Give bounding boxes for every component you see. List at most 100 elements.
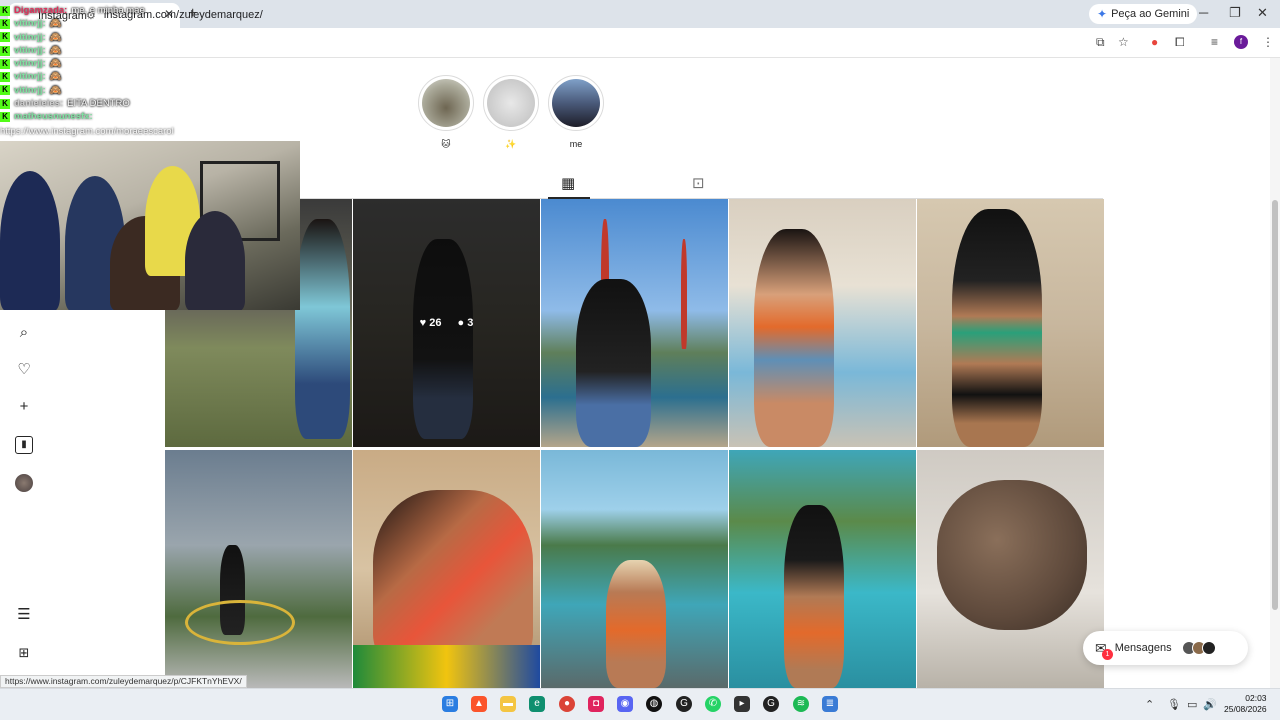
highlight[interactable]: me	[548, 75, 604, 149]
bicycle	[185, 600, 295, 645]
whatsapp-icon[interactable]: ✆	[705, 696, 721, 712]
chrome-icon[interactable]: ●	[559, 696, 575, 712]
highlight-label: ✨	[505, 139, 517, 149]
minimize-icon[interactable]: ─	[1199, 5, 1208, 20]
file-explorer-icon[interactable]: ▬	[500, 696, 516, 712]
posts-grid-tab-icon[interactable]: ▦	[561, 174, 575, 192]
windows-taskbar	[0, 688, 1280, 720]
kick-icon: K	[0, 32, 10, 43]
post-thumbnail[interactable]	[353, 450, 540, 688]
tagged-tab-icon[interactable]: ⊡	[692, 174, 705, 192]
chat-text: EITA DENTRO	[67, 98, 130, 110]
status-bar-url: https://www.instagram.com/zuleydemarquez…	[0, 675, 247, 688]
post-subject	[373, 490, 533, 670]
terminal-icon[interactable]: ▸	[734, 696, 750, 712]
post-thumbnail[interactable]	[165, 450, 352, 688]
likes-count: 26	[429, 317, 442, 329]
browser-menu-icon[interactable]: ⋮	[1262, 35, 1274, 49]
chat-text: 🙈	[49, 58, 62, 70]
tray-chevron-icon[interactable]: ⌃	[1145, 698, 1154, 711]
app-icon[interactable]: ◘	[588, 696, 604, 712]
likes-stat: ♥ 26	[419, 317, 442, 329]
chat-message: Kvitinrjj: 🙈	[0, 44, 200, 57]
url-field[interactable]: ⚙ instagram.com/zuleydemarquez/	[78, 4, 1138, 26]
stream-chat: K Digamzada: me, e minha mae Kvitinrjj: 🙈…	[0, 4, 200, 138]
install-app-icon[interactable]: ⧉	[1096, 35, 1105, 50]
chat-username: vitinrjj:	[14, 18, 46, 30]
kick-icon: K	[0, 85, 10, 96]
post-thumbnail[interactable]	[541, 199, 728, 447]
highlight-cover	[487, 79, 535, 127]
chat-text: 🙈	[49, 18, 62, 30]
clock-date: 25/08/2026	[1224, 704, 1267, 714]
post-thumbnail[interactable]	[729, 199, 916, 447]
post-thumbnail[interactable]	[917, 199, 1104, 447]
start-icon[interactable]: ⊞	[442, 696, 458, 712]
insights-icon[interactable]: ▮	[15, 436, 33, 454]
post-thumbnail[interactable]: ♥ 26 ● 3	[353, 199, 540, 447]
avatar[interactable]	[15, 474, 33, 492]
avatar	[1201, 641, 1216, 655]
profile-avatar[interactable]: f	[1234, 35, 1248, 49]
heart-icon[interactable]: ♡	[15, 361, 33, 379]
plus-icon[interactable]: +	[15, 398, 33, 416]
webcam-person	[185, 211, 245, 310]
more-apps-icon[interactable]: ⊞	[15, 644, 33, 662]
chat-message: Kmatheusnunesfx:	[0, 110, 200, 123]
notepad-icon[interactable]: ≣	[822, 696, 838, 712]
obs-icon[interactable]: ◍	[646, 696, 662, 712]
chat-text: 🙈	[49, 84, 62, 96]
messages-badge: 1	[1102, 649, 1113, 660]
spotify-icon[interactable]: ≋	[793, 696, 809, 712]
chat-message: Kvitinrjj: 🙈	[0, 17, 200, 30]
volume-icon[interactable]: 🔊	[1203, 698, 1217, 711]
messages-label: Mensagens	[1114, 642, 1172, 654]
maximize-icon[interactable]: ❐	[1229, 5, 1241, 21]
chat-username: vitinrjj:	[14, 84, 46, 96]
kick-icon: K	[0, 72, 10, 83]
highlight-cover	[422, 79, 470, 127]
post-thumbnail[interactable]	[729, 450, 916, 688]
post-subject	[295, 219, 350, 439]
kick-icon: K	[0, 98, 10, 109]
messages-button[interactable]: ✉ 1 Mensagens	[1083, 631, 1248, 665]
search-icon[interactable]: ⌕	[15, 324, 33, 342]
post-subject	[952, 209, 1042, 447]
app-icon[interactable]: G	[763, 696, 779, 712]
chat-text: 🙈	[49, 31, 62, 43]
kick-icon: K	[0, 45, 10, 56]
chat-username: vitinrjj:	[14, 44, 46, 56]
webcam-overlay	[0, 141, 300, 310]
chat-message: Kvitinrjj: 🙈	[0, 84, 200, 97]
highlight-cover	[552, 79, 600, 127]
post-thumbnail[interactable]	[541, 450, 728, 688]
tab-search-icon[interactable]: ≡	[1211, 35, 1218, 49]
scrollbar-thumb[interactable]	[1272, 200, 1278, 610]
highlight[interactable]: 🐱	[418, 75, 474, 150]
post-hover-stats: ♥ 26 ● 3	[353, 199, 540, 447]
discord-icon[interactable]: ◉	[617, 696, 633, 712]
microphone-icon[interactable]: 🎙	[1167, 698, 1181, 711]
post-thumbnail[interactable]	[917, 450, 1104, 688]
menu-icon[interactable]: ☰	[15, 606, 33, 624]
post-subject	[576, 279, 651, 447]
app-icon[interactable]: G	[676, 696, 692, 712]
brave-icon[interactable]: ▲	[471, 696, 487, 712]
system-clock[interactable]: 02:03 25/08/2026	[1224, 693, 1267, 715]
extensions-puzzle-icon[interactable]: ⧠	[1175, 35, 1185, 50]
bookmark-star-icon[interactable]: ☆	[1118, 35, 1129, 49]
comments-count: 3	[467, 317, 474, 329]
chat-message: Kvitinrjj: 🙈	[0, 57, 200, 70]
post-subject	[754, 229, 834, 447]
kick-icon: K	[0, 112, 10, 123]
post-subject	[784, 505, 844, 688]
highlight[interactable]: ✨	[483, 75, 539, 150]
highlight-label: me	[569, 139, 583, 149]
edge-icon[interactable]: e	[529, 696, 545, 712]
chat-message: K Digamzada: me, e minha mae	[0, 4, 200, 17]
network-icon[interactable]: ▭	[1187, 698, 1197, 711]
close-window-icon[interactable]: ✕	[1257, 5, 1268, 21]
chat-text: me, e minha mae	[71, 5, 145, 16]
extension-icon[interactable]: ●	[1151, 35, 1158, 49]
bridge-tower	[681, 239, 687, 349]
